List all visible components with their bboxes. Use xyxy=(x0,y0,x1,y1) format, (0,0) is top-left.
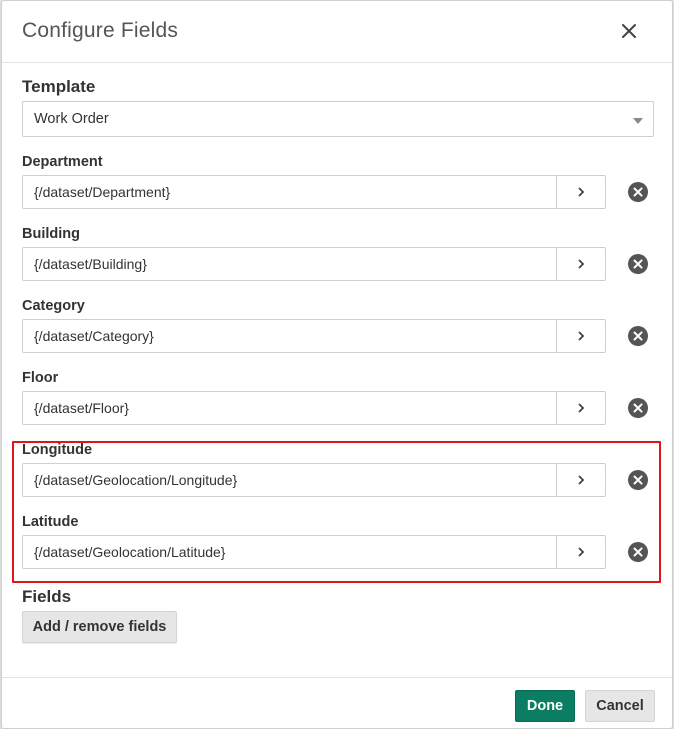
field-label-department: Department xyxy=(22,154,103,170)
chevron-right-icon xyxy=(578,187,585,197)
add-remove-fields-button[interactable]: Add / remove fields xyxy=(22,611,177,643)
cancel-button[interactable]: Cancel xyxy=(585,690,655,722)
remove-icon[interactable] xyxy=(628,398,648,418)
field-expand-button-building[interactable] xyxy=(556,247,606,281)
chevron-right-icon xyxy=(578,259,585,269)
caret-down-icon xyxy=(633,118,643,124)
field-expand-button-floor[interactable] xyxy=(556,391,606,425)
dialog-header: Configure Fields xyxy=(2,1,672,63)
configure-fields-dialog: Configure Fields Template Work Order Dep… xyxy=(1,0,673,729)
remove-icon[interactable] xyxy=(628,470,648,490)
field-expand-button-longitude[interactable] xyxy=(556,463,606,497)
field-expand-button-latitude[interactable] xyxy=(556,535,606,569)
field-expand-button-department[interactable] xyxy=(556,175,606,209)
remove-icon[interactable] xyxy=(628,182,648,202)
remove-icon[interactable] xyxy=(628,254,648,274)
template-select[interactable]: Work Order xyxy=(22,101,654,137)
field-expand-button-category[interactable] xyxy=(556,319,606,353)
remove-icon[interactable] xyxy=(628,542,648,562)
close-icon[interactable] xyxy=(620,22,638,40)
done-button[interactable]: Done xyxy=(515,690,575,722)
field-input-floor[interactable]: {/dataset/Floor} xyxy=(22,391,557,425)
field-label-building: Building xyxy=(22,226,80,242)
chevron-right-icon xyxy=(578,547,585,557)
field-label-category: Category xyxy=(22,298,85,314)
field-label-latitude: Latitude xyxy=(22,514,79,530)
fields-section-label: Fields xyxy=(22,587,72,606)
dialog-title: Configure Fields xyxy=(22,19,179,42)
dialog-footer: Done Cancel xyxy=(2,677,672,729)
field-label-floor: Floor xyxy=(22,370,59,386)
field-input-longitude[interactable]: {/dataset/Geolocation/Longitude} xyxy=(22,463,557,497)
chevron-right-icon xyxy=(578,331,585,341)
field-input-latitude[interactable]: {/dataset/Geolocation/Latitude} xyxy=(22,535,557,569)
field-label-longitude: Longitude xyxy=(22,442,93,458)
chevron-right-icon xyxy=(578,403,585,413)
template-selected-value: Work Order xyxy=(34,111,109,127)
template-label: Template xyxy=(22,77,96,96)
field-input-department[interactable]: {/dataset/Department} xyxy=(22,175,557,209)
field-input-category[interactable]: {/dataset/Category} xyxy=(22,319,557,353)
field-input-building[interactable]: {/dataset/Building} xyxy=(22,247,557,281)
chevron-right-icon xyxy=(578,475,585,485)
remove-icon[interactable] xyxy=(628,326,648,346)
